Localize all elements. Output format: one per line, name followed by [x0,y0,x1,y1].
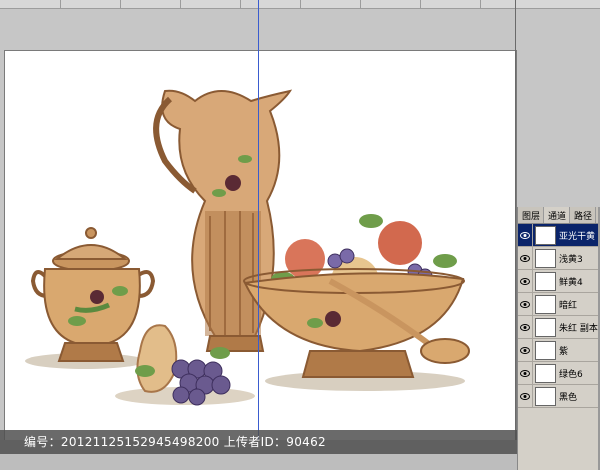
channel-name: 鲜黄4 [559,277,583,288]
tab-layers[interactable]: 图层 [518,207,545,223]
eye-icon[interactable] [518,293,533,315]
channel-name: 朱红 副本 [559,323,598,334]
channel-row[interactable]: 黑色 [518,385,600,408]
sugar-pot [30,227,156,362]
image-canvas[interactable] [4,50,517,442]
top-ruler[interactable] [0,0,600,9]
channel-row[interactable]: 亚光干黄 [518,224,600,247]
vertical-guide-line[interactable] [258,50,259,442]
channel-thumbnail [535,248,556,268]
channel-name: 黑色 [559,392,578,403]
eye-icon[interactable] [518,270,533,292]
eye-icon[interactable] [518,316,533,338]
channel-name: 暗红 [559,300,578,311]
eye-icon[interactable] [518,385,533,407]
channel-thumbnail [535,271,556,291]
canvas-edge-line [515,0,516,470]
channel-thumbnail [535,340,556,360]
channel-row[interactable]: 暗红 [518,293,600,316]
tab-paths[interactable]: 路径 [570,207,597,223]
channel-thumbnail [535,317,556,337]
eye-icon[interactable] [518,339,533,361]
channel-row[interactable]: 浅黄3 [518,247,600,270]
eye-icon[interactable] [518,247,533,269]
fruit-bowl [243,214,470,378]
vertical-guide-line[interactable] [258,0,259,50]
channels-panel: 图层 通道 路径 亚光干黄 浅黄3 鲜黄4 暗红 朱红 副本 紫 绿色6 黑色 [517,207,600,470]
channel-name: 浅黄3 [559,254,583,265]
channel-row[interactable]: 朱红 副本 [518,316,600,339]
channel-name: 绿色6 [559,369,583,380]
channel-thumbnail [535,294,556,314]
channel-thumbnail [535,363,556,383]
channel-thumbnail [535,225,556,245]
channel-name: 紫 [559,346,569,357]
channel-thumbnail [535,386,556,406]
channel-row[interactable]: 鲜黄4 [518,270,600,293]
image-caption: 编号：20121125152945498200 上传者ID：90462 [0,430,600,454]
channel-row[interactable]: 紫 [518,339,600,362]
eye-icon[interactable] [518,362,533,384]
eye-icon[interactable] [518,224,533,246]
panel-tabs: 图层 通道 路径 [518,207,600,224]
still-life-illustration [25,89,470,406]
workspace: 编号：20121125152945498200 上传者ID：90462 图层 通… [0,0,600,470]
channel-row[interactable]: 绿色6 [518,362,600,385]
channel-name: 亚光干黄 [559,231,596,242]
tab-channels[interactable]: 通道 [544,207,571,223]
